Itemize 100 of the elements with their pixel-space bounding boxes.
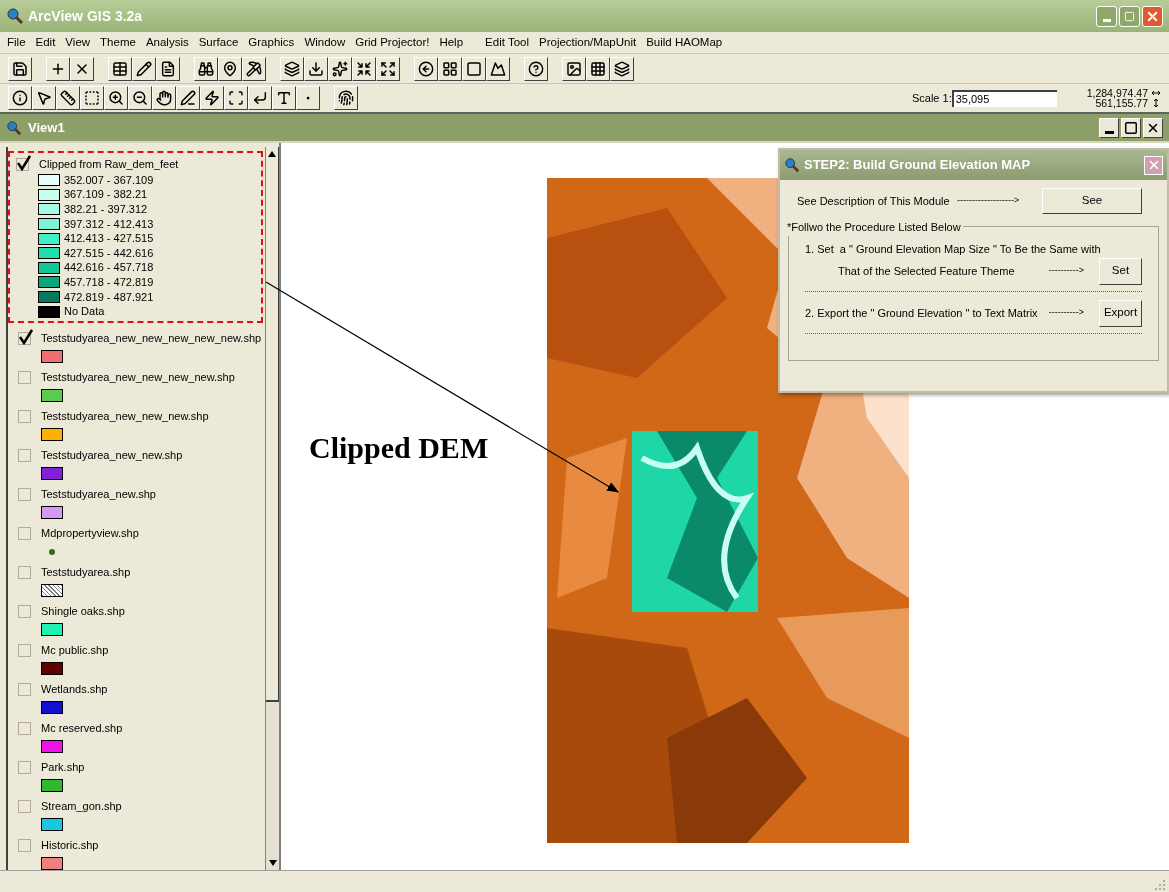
toolbar-button[interactable] [524, 56, 548, 81]
menu-item[interactable]: Projection/MapUnit [539, 33, 637, 52]
menu-item[interactable]: Edit Tool [485, 33, 529, 52]
visibility-checkbox[interactable] [18, 331, 31, 345]
menu-item[interactable]: Grid Projector! [355, 33, 430, 52]
class-label: 472.819 - 487.921 [64, 291, 154, 303]
globe-magnifier-icon [6, 7, 24, 25]
menu-item[interactable]: Edit [35, 33, 56, 52]
toolbar-button[interactable] [334, 86, 358, 110]
toolbar-button[interactable] [8, 86, 32, 110]
menu-item[interactable]: View [65, 33, 91, 52]
theme-name[interactable]: Teststudyarea_new_new_new_new.shp [41, 368, 235, 386]
pickaxe-icon [246, 60, 262, 77]
visibility-checkbox[interactable] [18, 721, 31, 735]
toolbar-button[interactable] [104, 86, 128, 110]
theme-name[interactable]: Clipped from Raw_dem_feet [39, 155, 179, 173]
pen-icon [180, 90, 196, 106]
toolbar-button[interactable] [376, 56, 400, 81]
toolbar-button[interactable] [8, 56, 32, 81]
menu-item[interactable]: Graphics [248, 33, 295, 52]
toolbar-button[interactable] [486, 56, 510, 81]
scrollbar[interactable] [265, 147, 279, 870]
pencil-icon [136, 60, 152, 77]
toolbar-button[interactable] [462, 56, 486, 81]
visibility-checkbox[interactable] [18, 604, 31, 618]
visibility-checkbox[interactable] [18, 409, 31, 423]
visibility-checkbox[interactable] [18, 838, 31, 852]
theme-name[interactable]: Mc reserved.shp [41, 719, 123, 737]
visibility-checkbox[interactable] [16, 157, 29, 171]
maximize-button[interactable] [1121, 117, 1141, 138]
menu-item[interactable]: Analysis [145, 33, 189, 52]
theme-name[interactable]: Historic.shp [41, 836, 99, 854]
toolbar-button[interactable] [218, 56, 242, 81]
see-button[interactable]: See [1042, 188, 1142, 214]
close-button[interactable] [1143, 117, 1163, 138]
toolbar-button[interactable] [80, 86, 104, 110]
visibility-checkbox[interactable] [18, 526, 31, 540]
minimize-button[interactable] [1099, 117, 1119, 138]
scale-field[interactable]: 35,095 [951, 89, 1057, 107]
visibility-checkbox[interactable] [18, 760, 31, 774]
toolbar-button[interactable] [200, 86, 224, 110]
theme-name[interactable]: Teststudyarea.shp [41, 563, 131, 581]
menu-item[interactable]: Help [439, 33, 464, 52]
visibility-checkbox[interactable] [18, 487, 31, 501]
toolbar-button[interactable] [70, 56, 94, 81]
theme-name[interactable]: Mc public.shp [41, 641, 109, 659]
toolbar-button[interactable] [32, 86, 56, 110]
toolbar-button[interactable] [242, 56, 266, 81]
toolbar-button[interactable] [224, 86, 248, 110]
description-label: See Description of This Module [797, 193, 951, 209]
toolbar-button[interactable] [304, 56, 328, 81]
menu-item[interactable]: Window [304, 33, 346, 52]
menu-item[interactable]: File [7, 33, 26, 52]
toolbar-button[interactable] [272, 86, 296, 110]
theme-name[interactable]: Teststudyarea_new_new.shp [41, 446, 183, 464]
layers-icon [614, 60, 630, 77]
theme-name[interactable]: Teststudyarea_new.shp [41, 485, 156, 503]
toolbar-button[interactable] [176, 86, 200, 110]
toolbar-button[interactable] [296, 86, 320, 110]
toolbar-button[interactable] [586, 56, 610, 81]
toolbar-button[interactable] [46, 56, 70, 81]
visibility-checkbox[interactable] [18, 643, 31, 657]
toolbar-button[interactable] [562, 56, 586, 81]
toolbar-button[interactable] [156, 56, 180, 81]
toolbar-button[interactable] [248, 86, 272, 110]
toolbar-button[interactable] [132, 56, 156, 81]
visibility-checkbox[interactable] [18, 448, 31, 462]
theme-name[interactable]: Wetlands.shp [41, 680, 108, 698]
theme-name[interactable]: Teststudyarea_new_new_new.shp [41, 407, 209, 425]
toolbar-button[interactable] [352, 56, 376, 81]
toolbar-button[interactable] [280, 56, 304, 81]
theme-name[interactable]: Park.shp [41, 758, 85, 776]
toolbar-button[interactable] [414, 56, 438, 81]
toolbar-button[interactable] [108, 56, 132, 81]
toolbar-button[interactable] [328, 56, 352, 81]
arrow-leader: ----------> [1048, 306, 1084, 320]
theme-name[interactable]: Stream_gon.shp [41, 797, 122, 815]
theme-name[interactable]: Shingle oaks.shp [41, 602, 125, 620]
toolbar-button[interactable] [194, 56, 218, 81]
toolbar-button[interactable] [152, 86, 176, 110]
toolbar-button[interactable] [610, 56, 634, 81]
visibility-checkbox[interactable] [18, 682, 31, 696]
toolbar-button[interactable] [438, 56, 462, 81]
theme-name[interactable]: Teststudyarea_new_new_new_new_new.shp [41, 329, 262, 347]
toolbar-button[interactable] [128, 86, 152, 110]
minimize-icon [1102, 18, 1111, 22]
visibility-checkbox[interactable] [18, 799, 31, 813]
menu-item[interactable]: Build HAOMap [646, 33, 723, 52]
visibility-checkbox[interactable] [18, 565, 31, 579]
pointer-icon [36, 90, 52, 106]
theme-name[interactable]: Mdpropertyview.shp [41, 524, 139, 542]
expand-icon [380, 60, 396, 77]
menu-item[interactable]: Theme [100, 33, 136, 52]
export-button[interactable]: Export [1099, 299, 1142, 327]
toolbar-button[interactable] [56, 86, 80, 110]
menu-item[interactable]: Surface [198, 33, 239, 52]
visibility-checkbox[interactable] [18, 370, 31, 384]
back-icon [418, 60, 434, 77]
resize-grip-icon [1153, 878, 1165, 890]
set-button[interactable]: Set [1099, 257, 1142, 285]
